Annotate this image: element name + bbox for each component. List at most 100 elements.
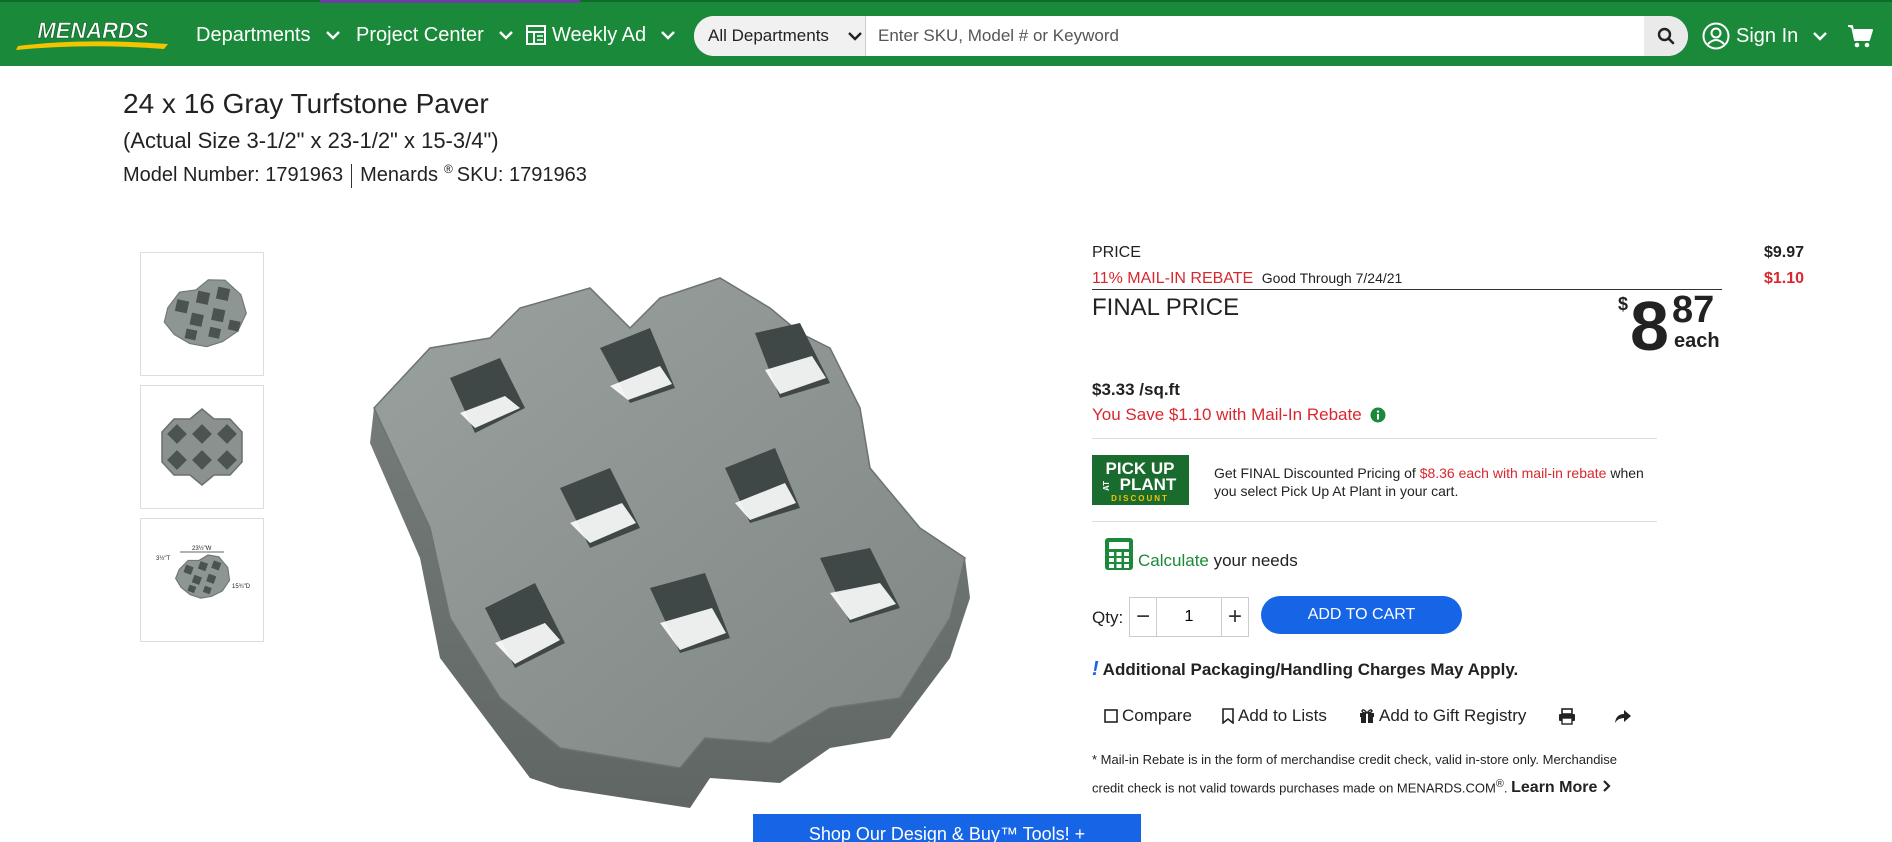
quantity-label: Qty: — [1092, 608, 1124, 627]
add-to-cart-button[interactable]: ADD TO CART — [1261, 596, 1462, 634]
learn-more-label: Learn More — [1511, 779, 1598, 797]
section-divider — [1092, 438, 1657, 439]
thumbnail-1[interactable] — [140, 252, 264, 376]
identifier-divider — [351, 164, 353, 188]
paver-dimensions-thumbnail: 3½"T 23½"W 15¾"D — [156, 545, 251, 599]
section-divider — [1092, 521, 1657, 522]
gift-icon — [1360, 709, 1374, 723]
final-price-unit: each — [1674, 330, 1720, 352]
footnote-registered-mark: ® — [1495, 778, 1504, 790]
nav-weekly-ad-label: Weekly Ad — [552, 23, 647, 46]
compare-label: Compare — [1122, 706, 1192, 725]
product-main-image[interactable] — [360, 238, 990, 842]
price-per-sqft: $3.33 /sq.ft — [1092, 380, 1180, 399]
rebate-row: 11% MAIL-IN REBATE Good Through 7/24/21 … — [1092, 270, 1804, 288]
handling-notice-text: Additional Packaging/Handling Charges Ma… — [1102, 659, 1519, 679]
nav-departments-label: Departments — [196, 23, 311, 46]
price-row: PRICE $9.97 — [1092, 244, 1804, 262]
calculate-needs: Calculate your needs — [1138, 551, 1298, 571]
final-price-dollar-sign: $ — [1618, 294, 1629, 314]
svg-text:23½"W: 23½"W — [192, 545, 212, 552]
add-to-lists-action[interactable]: Add to Lists — [1222, 705, 1327, 727]
svg-text:DISCOUNT: DISCOUNT — [1111, 494, 1169, 503]
calculate-rest: your needs — [1208, 551, 1298, 570]
nav-project-center[interactable]: Project Center — [356, 20, 514, 50]
registered-mark: ® — [443, 162, 453, 176]
price-value: $9.97 — [1763, 244, 1804, 261]
print-icon[interactable] — [1558, 705, 1576, 727]
chevron-down-icon — [325, 31, 340, 40]
compare-action[interactable]: Compare — [1104, 705, 1192, 727]
alert-icon: ! — [1092, 658, 1099, 680]
calculator-icon[interactable] — [1104, 537, 1134, 571]
svg-text:PLANT: PLANT — [1120, 475, 1177, 494]
calculate-link[interactable]: Calculate — [1138, 551, 1209, 570]
bookmark-icon — [1222, 708, 1234, 724]
svg-text:3½"T: 3½"T — [156, 555, 170, 562]
rebate-label: 11% MAIL-IN REBATE — [1092, 270, 1254, 287]
site-header: MENARDS Departments Project Center Weekl… — [0, 0, 1892, 66]
add-to-gift-registry-label: Add to Gift Registry — [1379, 706, 1527, 725]
svg-text:AT: AT — [1102, 481, 1111, 491]
pickup-text-price: $8.36 each with mail-in rebate — [1419, 465, 1607, 481]
department-select-value: All Departments — [708, 26, 829, 45]
sign-in-label: Sign In — [1736, 24, 1799, 47]
search-icon — [1657, 27, 1675, 45]
rebate-info: 11% MAIL-IN REBATE Good Through 7/24/21 — [1092, 270, 1402, 288]
info-icon[interactable] — [1370, 407, 1386, 423]
final-price-display: $ 8 87 each — [1614, 287, 1724, 365]
cart-icon[interactable] — [1846, 22, 1874, 50]
sku-number: SKU: 1791963 — [456, 164, 587, 186]
savings-text: You Save $1.10 with Mail-In Rebate — [1092, 405, 1362, 424]
pickup-text-before: Get FINAL Discounted Pricing of — [1214, 465, 1420, 481]
rebate-validity: Good Through 7/24/21 — [1261, 270, 1403, 286]
chevron-down-icon — [661, 31, 675, 40]
quantity-stepper: − + — [1129, 597, 1249, 637]
product-title: 24 x 16 Gray Turfstone Paver — [123, 88, 489, 119]
chevron-down-icon — [498, 31, 513, 40]
weekly-ad-icon — [526, 25, 546, 45]
quantity-input[interactable] — [1156, 598, 1222, 636]
chevron-down-icon — [1813, 32, 1828, 41]
price-label: PRICE — [1092, 244, 1141, 261]
nav-weekly-ad[interactable]: Weekly Ad — [526, 20, 676, 50]
model-number: Model Number: 1791963 — [123, 164, 344, 186]
rebate-footnote: * Mail-in Rebate is in the form of merch… — [1092, 748, 1652, 800]
final-price-cents: 87 — [1672, 289, 1715, 331]
user-icon — [1702, 22, 1730, 50]
search-button[interactable] — [1644, 16, 1688, 56]
chevron-right-icon — [1603, 780, 1611, 793]
brand-name: Menards — [360, 164, 438, 186]
nav-departments[interactable]: Departments — [196, 20, 341, 50]
savings-line: You Save $1.10 with Mail-In Rebate — [1092, 405, 1386, 425]
search-bar: All Departments — [694, 16, 1688, 56]
design-tools-button[interactable]: Shop Our Design & Buy™ Tools! + — [753, 814, 1141, 842]
header-accent-bar — [320, 0, 580, 3]
svg-text:15¾"D: 15¾"D — [232, 584, 251, 590]
add-to-lists-label: Add to Lists — [1238, 706, 1327, 725]
checkbox-icon — [1104, 709, 1118, 723]
learn-more-link[interactable]: Learn More — [1511, 779, 1611, 796]
thumbnail-2[interactable] — [140, 385, 264, 509]
chevron-down-icon — [848, 32, 862, 41]
quantity-decrease-button[interactable]: − — [1130, 598, 1156, 636]
menards-logo[interactable]: MENARDS — [14, 16, 172, 52]
department-select[interactable]: All Departments — [694, 16, 866, 56]
thumbnail-3[interactable]: 3½"T 23½"W 15¾"D — [140, 518, 264, 642]
pickup-at-plant-badge: PICK UP AT PLANT DISCOUNT — [1092, 455, 1189, 505]
search-input[interactable] — [866, 16, 1644, 56]
share-icon[interactable] — [1614, 705, 1632, 727]
footnote-period: . — [1503, 780, 1508, 796]
product-identifiers: Model Number: 1791963 Menards ® SKU: 179… — [123, 162, 587, 188]
final-price-label: FINAL PRICE — [1092, 294, 1240, 321]
paver-top-thumbnail — [161, 408, 243, 486]
handling-notice: ! Additional Packaging/Handling Charges … — [1092, 658, 1518, 681]
add-to-gift-registry-action[interactable]: Add to Gift Registry — [1359, 705, 1526, 727]
quantity-increase-button[interactable]: + — [1222, 598, 1248, 636]
nav-project-center-label: Project Center — [356, 23, 484, 46]
svg-text:MENARDS: MENARDS — [37, 18, 149, 43]
final-price-whole: 8 — [1630, 287, 1669, 365]
sign-in-menu[interactable]: Sign In — [1702, 20, 1828, 52]
rebate-value: $1.10 — [1763, 270, 1804, 287]
product-actual-size: (Actual Size 3-1/2" x 23-1/2" x 15-3/4") — [123, 128, 499, 153]
